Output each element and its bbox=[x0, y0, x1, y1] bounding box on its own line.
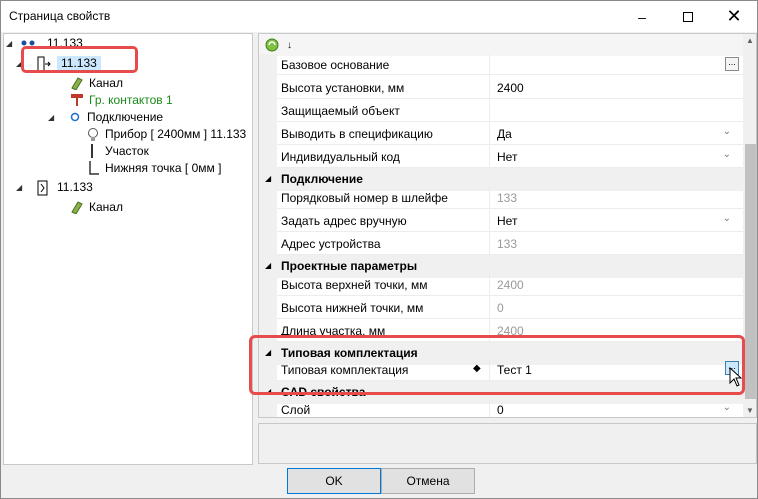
connection-icon bbox=[68, 110, 82, 124]
tree-item-label: Канал bbox=[89, 76, 123, 90]
vertical-scrollbar[interactable]: ▲ ▼ bbox=[743, 34, 756, 417]
mouse-cursor-icon bbox=[729, 366, 743, 392]
segment-icon bbox=[86, 144, 100, 158]
property-row[interactable]: Индивидуальный код Нет ⌄ bbox=[259, 145, 743, 168]
property-value[interactable]: 2400 bbox=[497, 81, 524, 95]
channel-icon bbox=[70, 76, 84, 91]
scroll-up-icon[interactable]: ▲ bbox=[746, 36, 754, 45]
contact-group-icon bbox=[70, 93, 84, 107]
minimize-button[interactable]: – bbox=[619, 1, 665, 32]
property-row[interactable]: Порядковый номер в шлейфе 133 bbox=[259, 186, 743, 209]
collapse-icon[interactable]: ◢ bbox=[265, 174, 271, 183]
scroll-thumb[interactable] bbox=[745, 144, 756, 399]
tree-item[interactable]: Участок bbox=[86, 142, 149, 160]
channel-icon bbox=[70, 200, 84, 215]
tree-item[interactable]: Гр. контактов 1 bbox=[70, 91, 173, 109]
expand-toggle-icon[interactable]: ◢ bbox=[6, 39, 12, 48]
chevron-down-icon[interactable]: ⌄ bbox=[723, 149, 731, 160]
close-button[interactable]: ✕ bbox=[711, 1, 757, 32]
property-value: 133 bbox=[497, 237, 518, 251]
tree-item[interactable]: ◢ Подключение bbox=[48, 108, 163, 126]
tree-item[interactable]: ◢ 11.133 bbox=[16, 178, 93, 196]
property-row[interactable]: Высота нижней точки, мм 0 bbox=[259, 296, 743, 319]
property-row[interactable]: Базовое основание... bbox=[259, 54, 743, 77]
tree-item-label: Канал bbox=[89, 200, 123, 214]
ok-button[interactable]: OK bbox=[287, 468, 381, 494]
collapse-icon[interactable]: ◢ bbox=[265, 261, 271, 270]
property-row[interactable]: Адрес устройства 133 bbox=[259, 232, 743, 255]
property-value[interactable]: Да bbox=[497, 127, 512, 141]
property-name: Адрес устройства bbox=[281, 237, 381, 251]
instrument-icon bbox=[86, 127, 100, 141]
property-name: Задать адрес вручную bbox=[281, 214, 407, 228]
object-tree[interactable]: ◢ 11.133 ◢ 11.133 Канал Гр. контактов 1 bbox=[3, 33, 253, 465]
tree-item-label: Участок bbox=[105, 144, 149, 158]
tree-item-label: Прибор [ 2400мм ] 11.133 bbox=[105, 127, 247, 141]
maximize-icon bbox=[683, 11, 693, 22]
property-name: Высота верхней точки, мм bbox=[281, 278, 428, 292]
property-value[interactable]: 0 bbox=[497, 403, 504, 417]
typical-set-highlight bbox=[249, 335, 745, 395]
property-name: Защищаемый объект bbox=[281, 104, 400, 118]
property-value: 0 bbox=[497, 301, 504, 315]
category-title: Проектные параметры bbox=[281, 259, 418, 273]
sort-icon[interactable]: ↓ bbox=[287, 40, 292, 51]
detector-icon bbox=[36, 180, 52, 196]
cancel-button[interactable]: Отмена bbox=[381, 468, 475, 494]
minimize-icon: – bbox=[638, 8, 646, 25]
scroll-down-icon[interactable]: ▼ bbox=[746, 406, 754, 415]
tree-item-label: Гр. контактов 1 bbox=[89, 93, 173, 107]
property-row[interactable]: Задать адрес вручную Нет ⌄ bbox=[259, 209, 743, 232]
expand-toggle-icon[interactable]: ◢ bbox=[16, 183, 22, 192]
selection-highlight bbox=[21, 46, 138, 73]
property-row[interactable]: Высота верхней точки, мм 2400 bbox=[259, 273, 743, 296]
tree-item[interactable]: Канал bbox=[70, 74, 123, 92]
tree-item[interactable]: Нижняя точка [ 0мм ] bbox=[86, 159, 221, 177]
property-name: Слой bbox=[281, 403, 311, 417]
chevron-down-icon[interactable]: ⌄ bbox=[723, 213, 731, 224]
property-name: Порядковый номер в шлейфе bbox=[281, 191, 448, 205]
expand-toggle-icon[interactable]: ◢ bbox=[48, 113, 54, 122]
property-value: 133 bbox=[497, 191, 518, 205]
title-bar: Страница свойств – ✕ bbox=[1, 1, 757, 32]
property-value: 2400 bbox=[497, 278, 524, 292]
browse-button[interactable]: ... bbox=[725, 57, 739, 71]
grid-toolbar: ↓ bbox=[259, 34, 743, 56]
property-value[interactable]: Нет bbox=[497, 150, 517, 164]
close-icon: ✕ bbox=[726, 6, 742, 26]
window-title: Страница свойств bbox=[9, 9, 111, 23]
category-title: Подключение bbox=[281, 172, 363, 186]
property-name: Высота нижней точки, мм bbox=[281, 301, 424, 315]
chevron-down-icon[interactable]: ⌄ bbox=[723, 126, 731, 137]
properties-dialog: Страница свойств – ✕ ◢ 11.133 ◢ 11.133 К… bbox=[0, 0, 758, 499]
chevron-down-icon[interactable]: ⌄ bbox=[723, 402, 731, 413]
maximize-button[interactable] bbox=[665, 1, 711, 32]
property-value[interactable]: Нет bbox=[497, 214, 517, 228]
property-row[interactable]: Высота установки, мм 2400 bbox=[259, 76, 743, 99]
property-row[interactable]: Защищаемый объект bbox=[259, 99, 743, 122]
property-name: Высота установки, мм bbox=[281, 81, 405, 95]
property-name: Выводить в спецификацию bbox=[281, 127, 433, 141]
property-row[interactable]: Слой 0 ⌄ bbox=[259, 398, 743, 417]
tree-item-label: 11.133 bbox=[57, 180, 93, 194]
description-panel bbox=[258, 423, 757, 464]
tree-item[interactable]: Канал bbox=[70, 198, 123, 216]
tree-item-label: Подключение bbox=[87, 110, 164, 124]
tree-item[interactable]: Прибор [ 2400мм ] 11.133 bbox=[86, 125, 246, 143]
tree-item-label: Нижняя точка [ 0мм ] bbox=[105, 161, 222, 175]
property-name: Индивидуальный код bbox=[281, 150, 400, 164]
bottom-point-icon bbox=[86, 161, 100, 175]
property-name: Базовое основание bbox=[281, 58, 390, 72]
property-row[interactable]: Выводить в спецификацию Да ⌄ bbox=[259, 122, 743, 145]
